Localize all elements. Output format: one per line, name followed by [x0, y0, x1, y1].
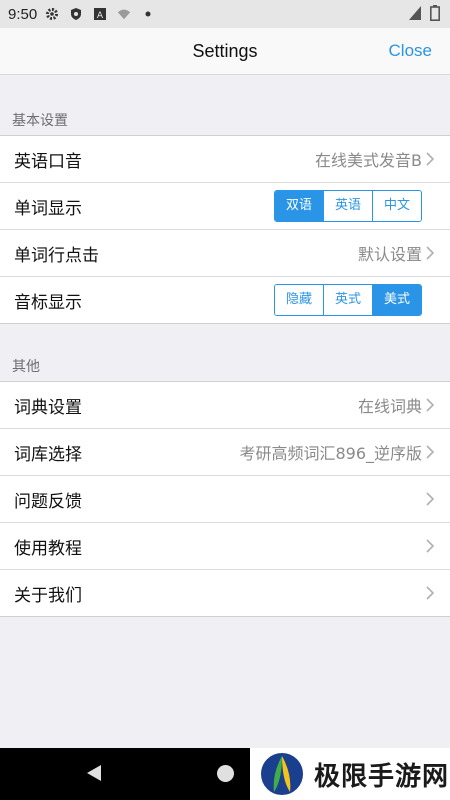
section-header-basic: 基本设置: [12, 113, 68, 129]
row-label: 词典设置: [14, 397, 82, 418]
settings-group-basic: 英语口音 在线美式发音B 单词显示 双语 英语 中文 单词行点击 默认设置 音标…: [0, 135, 450, 324]
watermark-logo: 极限手游网: [250, 748, 450, 800]
phonetic-option-american[interactable]: 美式: [372, 285, 421, 315]
chevron-right-icon: [426, 492, 435, 506]
shield-icon: [69, 7, 83, 21]
row-accent[interactable]: 英语口音 在线美式发音B: [0, 136, 450, 183]
chevron-right-icon: [426, 539, 435, 553]
row-word-click[interactable]: 单词行点击 默认设置: [0, 230, 450, 277]
row-value: 在线美式发音B: [315, 151, 422, 170]
a-box-icon: A: [93, 7, 107, 21]
wifi-question-icon: [117, 7, 131, 21]
chevron-right-icon: [426, 445, 435, 459]
row-value: 考研高频词汇896_逆序版: [239, 444, 422, 463]
row-tutorial[interactable]: 使用教程: [0, 523, 450, 570]
phonetic-option-british[interactable]: 英式: [323, 285, 372, 315]
chevron-right-icon: [426, 586, 435, 600]
back-triangle-icon[interactable]: [86, 764, 102, 782]
word-display-option-chinese[interactable]: 中文: [372, 191, 421, 221]
svg-text:A: A: [97, 11, 104, 21]
row-label: 关于我们: [14, 585, 82, 606]
row-label: 英语口音: [14, 151, 82, 172]
settings-group-other: 词典设置 在线词典 词库选择 考研高频词汇896_逆序版 问题反馈 使用教程 关…: [0, 381, 450, 617]
row-label: 音标显示: [14, 292, 82, 313]
row-value: 在线词典: [357, 397, 422, 416]
dot-icon: [141, 7, 155, 21]
row-label: 使用教程: [14, 538, 82, 559]
row-phonetic-display: 音标显示 隐藏 英式 美式: [0, 277, 450, 323]
phonetic-option-hidden[interactable]: 隐藏: [275, 285, 323, 315]
status-time: 9:50: [8, 5, 38, 23]
home-circle-icon[interactable]: [217, 765, 234, 782]
word-display-option-bilingual[interactable]: 双语: [275, 191, 323, 221]
row-word-display: 单词显示 双语 英语 中文: [0, 183, 450, 230]
watermark-text: 极限手游网: [314, 761, 450, 792]
row-label: 单词显示: [14, 198, 82, 219]
row-label: 问题反馈: [14, 491, 82, 512]
row-dictionary[interactable]: 词典设置 在线词典: [0, 382, 450, 429]
chevron-right-icon: [426, 246, 435, 260]
word-display-segmented-control: 双语 英语 中文: [274, 190, 422, 222]
word-display-option-english[interactable]: 英语: [323, 191, 372, 221]
close-button[interactable]: Close: [389, 28, 432, 74]
status-bar: 9:50 A: [0, 0, 450, 28]
gear-icon: [45, 7, 59, 21]
chevron-right-icon: [426, 152, 435, 166]
row-wordbank[interactable]: 词库选择 考研高频词汇896_逆序版: [0, 429, 450, 476]
row-value: 默认设置: [357, 245, 422, 264]
row-label: 单词行点击: [14, 245, 99, 266]
section-header-other: 其他: [12, 359, 40, 375]
phonetic-segmented-control: 隐藏 英式 美式: [274, 284, 422, 316]
row-feedback[interactable]: 问题反馈: [0, 476, 450, 523]
row-about[interactable]: 关于我们: [0, 570, 450, 616]
battery-icon: [430, 5, 440, 25]
chevron-right-icon: [426, 398, 435, 412]
navigation-bar: Settings Close: [0, 28, 450, 75]
page-title: Settings: [192, 41, 258, 61]
signal-icon: [408, 5, 422, 25]
row-label: 词库选择: [14, 444, 82, 465]
watermark-emblem-icon: [259, 751, 305, 797]
